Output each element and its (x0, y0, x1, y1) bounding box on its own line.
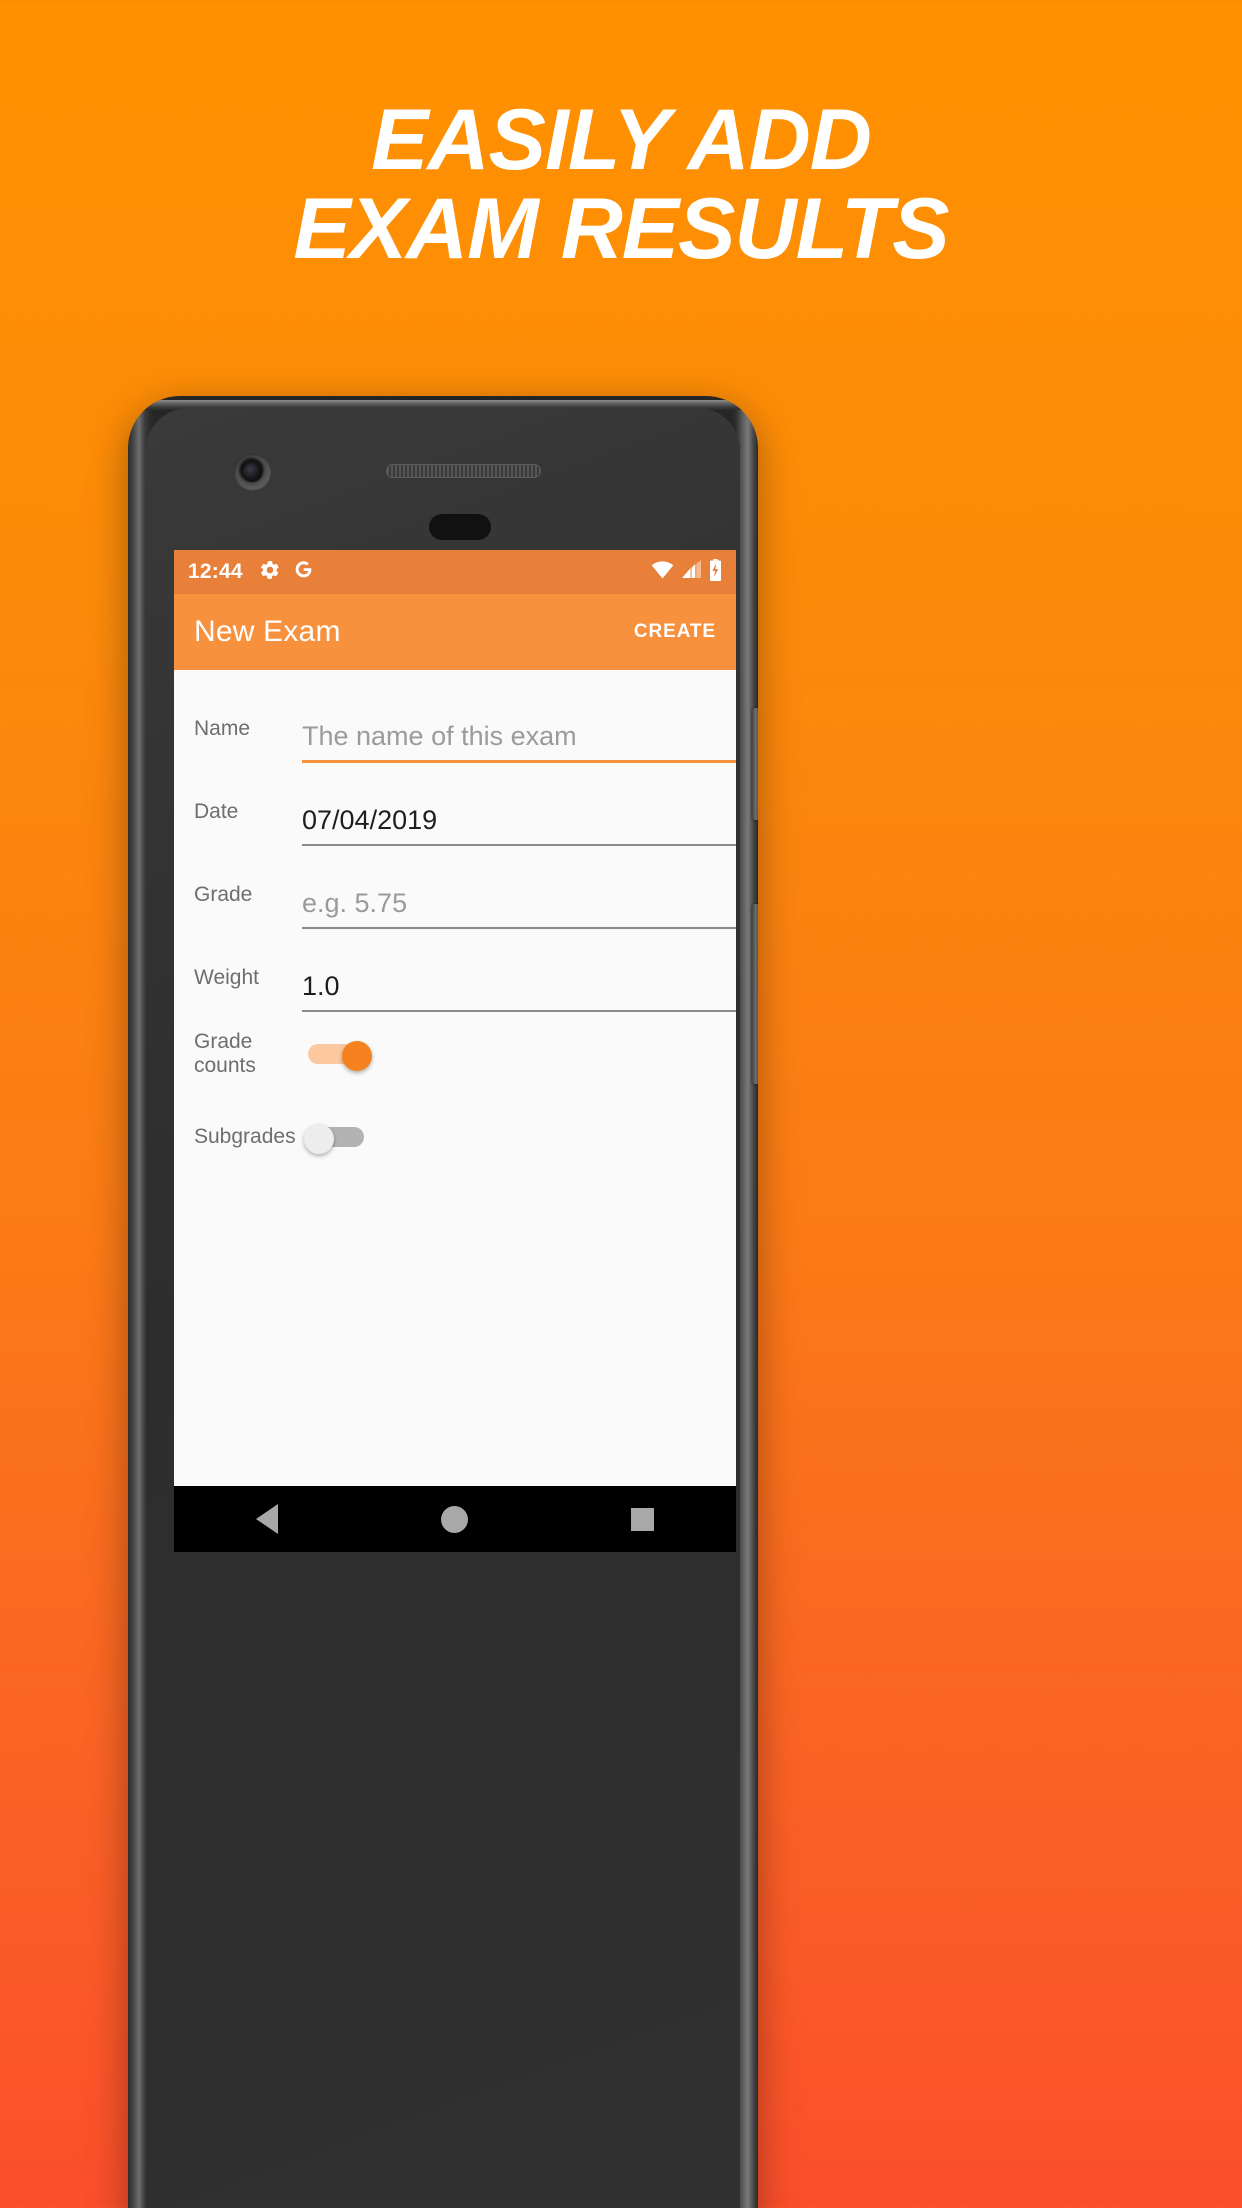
app-bar: New Exam CREATE (174, 594, 736, 670)
status-bar: 12:44 (174, 550, 736, 594)
grade-input-placeholder: e.g. 5.75 (302, 888, 408, 919)
field-row-name: Name The name of this exam (174, 680, 736, 763)
name-input-placeholder: The name of this exam (302, 721, 577, 752)
switch-row-subgrades: Subgrades (174, 1095, 736, 1178)
grade-field-label: Grade (194, 883, 253, 906)
device-screen: 12:44 New Exam CREATE Name The name of t… (174, 550, 736, 1552)
field-row-grade: Grade e.g. 5.75 (174, 846, 736, 929)
earpiece-speaker-icon (386, 464, 541, 478)
toggle-thumb (342, 1040, 372, 1071)
promo-headline-line-1: EASILY ADD (371, 92, 872, 188)
weight-input[interactable]: 1.0 (302, 929, 736, 1012)
exam-form: Name The name of this exam Date 07/04/20… (174, 670, 736, 1486)
wifi-icon (651, 560, 674, 584)
status-bar-right-icons (651, 558, 722, 586)
recents-button-icon[interactable] (631, 1507, 655, 1531)
field-row-date: Date 07/04/2019 (174, 763, 736, 846)
grade-counts-toggle[interactable] (304, 1040, 372, 1071)
promo-headline: EASILY ADD EXAM RESULTS (0, 96, 1242, 273)
weight-field-label: Weight (194, 966, 259, 989)
weight-input-value: 1.0 (302, 971, 340, 1002)
name-field-label: Name (194, 717, 251, 740)
google-g-icon (293, 559, 314, 585)
android-nav-bar (174, 1486, 736, 1552)
home-button-icon[interactable] (440, 1505, 468, 1533)
phone-mockup: 12:44 New Exam CREATE Name The name of t… (128, 396, 758, 2208)
sensor-pill (429, 514, 491, 540)
gear-icon (259, 559, 281, 586)
toggle-thumb (304, 1123, 334, 1154)
subgrades-label: Subgrades (194, 1124, 296, 1148)
power-button[interactable] (752, 708, 758, 820)
date-field-label: Date (194, 800, 239, 823)
promo-headline-line-2: EXAM RESULTS (293, 180, 949, 277)
phone-body: 12:44 New Exam CREATE Name The name of t… (128, 396, 758, 2208)
date-input-value: 07/04/2019 (302, 805, 438, 836)
create-button[interactable]: CREATE (634, 621, 716, 643)
volume-button[interactable] (752, 904, 758, 1084)
switch-row-grade-counts: Grade counts (174, 1012, 736, 1095)
cell-signal-icon (681, 560, 702, 584)
field-row-weight: Weight 1.0 (174, 929, 736, 1012)
grade-counts-label: Grade counts (194, 1029, 256, 1077)
name-input[interactable]: The name of this exam (302, 680, 736, 763)
phone-glass-panel: 12:44 New Exam CREATE Name The name of t… (146, 408, 740, 2208)
status-bar-left-icons (259, 559, 314, 586)
battery-charging-icon (709, 558, 722, 586)
grade-input[interactable]: e.g. 5.75 (302, 846, 736, 929)
back-button-icon[interactable] (255, 1504, 278, 1534)
date-input[interactable]: 07/04/2019 (302, 763, 736, 846)
front-camera-icon (234, 454, 272, 492)
status-bar-time: 12:44 (188, 560, 243, 583)
page-title: New Exam (194, 615, 341, 648)
subgrades-toggle[interactable] (304, 1123, 372, 1154)
